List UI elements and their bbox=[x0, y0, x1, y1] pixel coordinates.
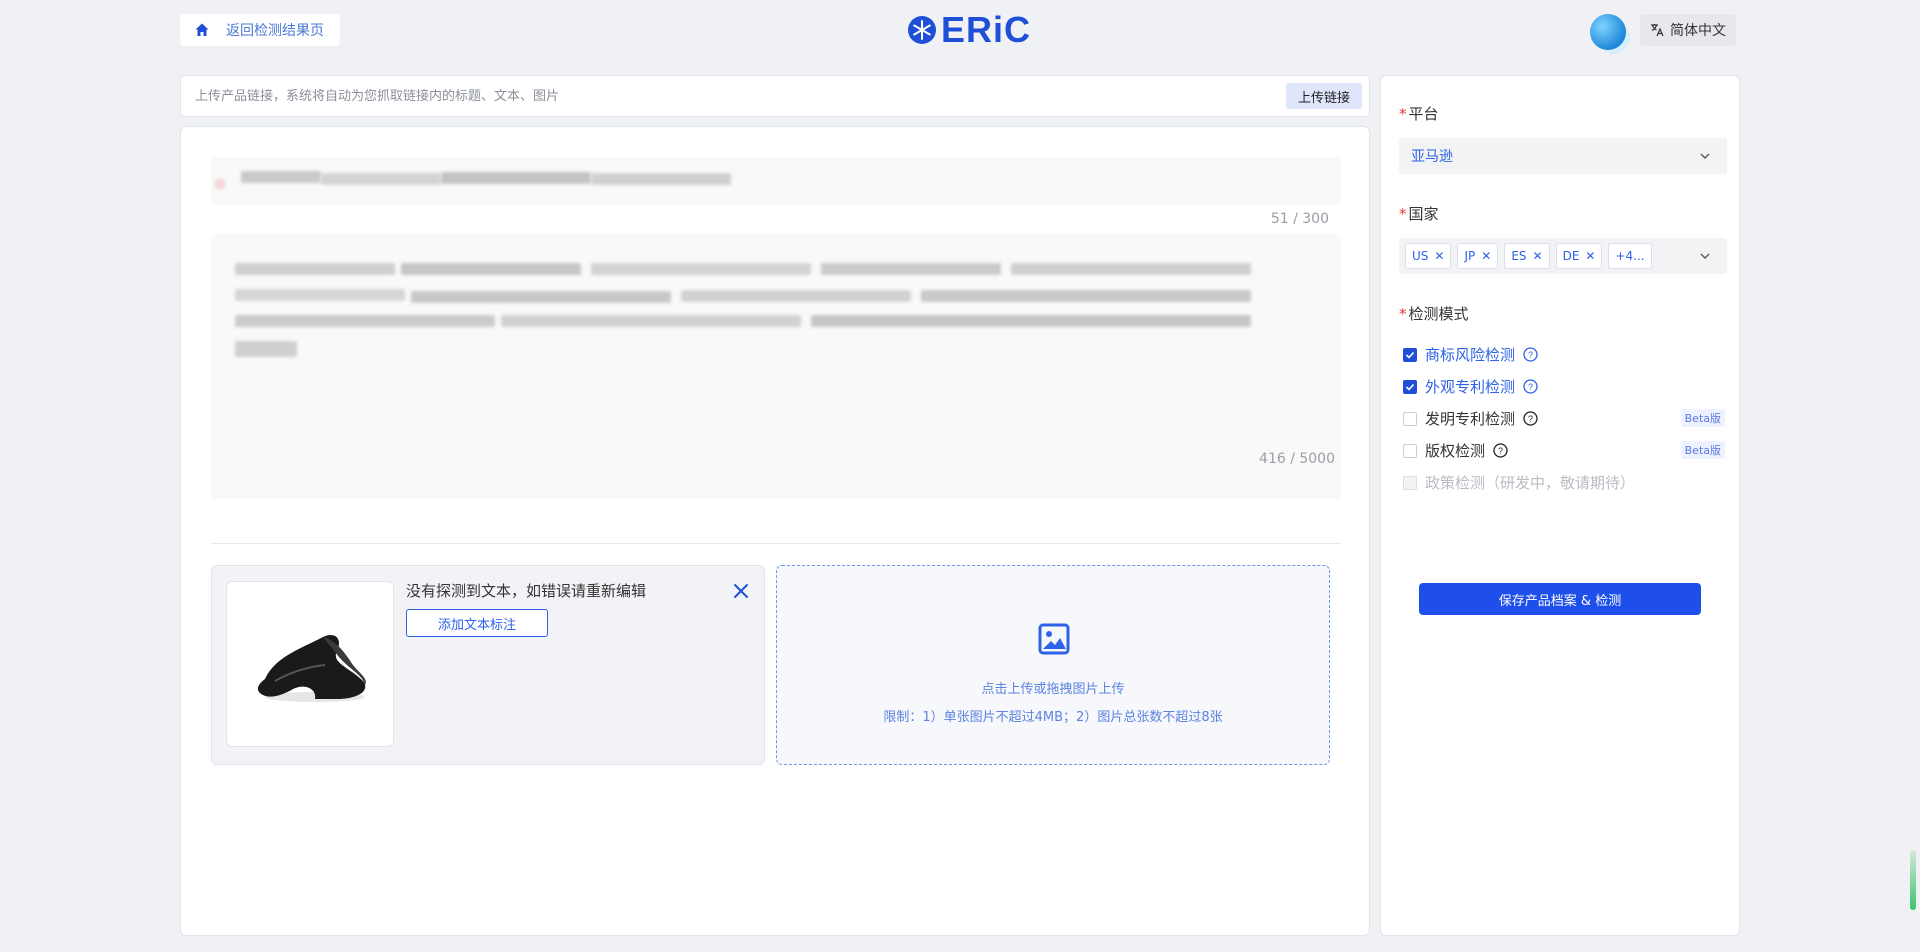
close-icon[interactable] bbox=[732, 582, 750, 600]
logo-snowflake-icon bbox=[908, 16, 936, 44]
svg-text:?: ? bbox=[1498, 446, 1503, 456]
save-and-detect-button[interactable]: 保存产品档案 & 检测 bbox=[1419, 583, 1701, 615]
mode-copyright[interactable]: 版权检测 ? bbox=[1403, 440, 1508, 461]
language-label: 简体中文 bbox=[1670, 23, 1726, 39]
chevron-down-icon bbox=[1700, 153, 1710, 159]
description-char-counter: 416 / 5000 bbox=[1259, 451, 1335, 467]
back-to-results-button[interactable]: 返回检测结果页 bbox=[180, 14, 340, 46]
country-tag-es: ES ✕ bbox=[1504, 243, 1550, 269]
dropzone-title: 点击上传或拖拽图片上传 bbox=[981, 682, 1125, 697]
checkbox-disabled bbox=[1403, 475, 1417, 490]
no-text-detected-message: 没有探测到文本，如错误请重新编辑 bbox=[406, 582, 647, 600]
help-icon[interactable]: ? bbox=[1523, 347, 1538, 362]
beta-badge: Beta版 bbox=[1680, 441, 1725, 459]
mode-design-patent[interactable]: 外观专利检测 ? bbox=[1403, 376, 1538, 397]
mode-label: 发明专利检测 bbox=[1425, 410, 1516, 428]
image-upload-icon bbox=[1038, 623, 1070, 655]
country-select[interactable]: US ✕ JP ✕ ES ✕ DE ✕ +4... bbox=[1399, 238, 1727, 274]
help-icon[interactable]: ? bbox=[1493, 443, 1508, 458]
country-more-tag[interactable]: +4... bbox=[1608, 243, 1652, 269]
checkbox-unchecked[interactable] bbox=[1403, 443, 1417, 458]
checkbox-unchecked[interactable] bbox=[1403, 411, 1417, 426]
user-avatar[interactable] bbox=[1590, 14, 1626, 50]
mode-label: 商标风险检测 bbox=[1425, 346, 1516, 364]
product-image-thumbnail[interactable] bbox=[226, 581, 394, 747]
svg-text:?: ? bbox=[1528, 350, 1533, 360]
mode-invention-patent[interactable]: 发明专利检测 ? bbox=[1403, 408, 1538, 429]
svg-text:?: ? bbox=[1528, 382, 1533, 392]
scroll-indicator[interactable] bbox=[1910, 850, 1916, 910]
eric-logo: ERiC bbox=[907, 9, 1032, 50]
product-link-input[interactable] bbox=[181, 88, 1286, 104]
upload-link-button[interactable]: 上传链接 bbox=[1285, 83, 1362, 109]
beta-badge: Beta版 bbox=[1680, 409, 1725, 427]
remove-tag-icon[interactable]: ✕ bbox=[1533, 249, 1543, 263]
image-upload-dropzone[interactable]: 点击上传或拖拽图片上传 限制：1）单张图片不超过4MB；2）图片总张数不超过8张 bbox=[776, 565, 1330, 765]
product-title-field[interactable] bbox=[211, 157, 1341, 205]
country-tag-de: DE ✕ bbox=[1555, 243, 1603, 269]
chevron-down-icon bbox=[1700, 253, 1710, 259]
mode-trademark[interactable]: 商标风险检测 ? bbox=[1403, 344, 1538, 365]
logo-text: ERiC bbox=[941, 9, 1032, 50]
section-divider bbox=[211, 543, 1341, 544]
country-tag-us: US ✕ bbox=[1405, 243, 1452, 269]
translate-icon bbox=[1651, 24, 1664, 37]
home-icon bbox=[195, 23, 209, 36]
shoe-image bbox=[257, 634, 366, 702]
help-icon[interactable]: ? bbox=[1523, 411, 1538, 426]
back-label: 返回检测结果页 bbox=[226, 23, 324, 39]
product-link-bar: 上传链接 bbox=[180, 75, 1370, 117]
remove-tag-icon[interactable]: ✕ bbox=[1434, 249, 1444, 263]
help-icon[interactable]: ? bbox=[1523, 379, 1538, 394]
remove-tag-icon[interactable]: ✕ bbox=[1481, 249, 1491, 263]
dropzone-limit: 限制：1）单张图片不超过4MB；2）图片总张数不超过8张 bbox=[883, 710, 1223, 725]
checkbox-checked[interactable] bbox=[1403, 347, 1417, 362]
platform-value: 亚马逊 bbox=[1411, 149, 1453, 165]
remove-tag-icon[interactable]: ✕ bbox=[1585, 249, 1595, 263]
country-label: * 国家 bbox=[1399, 205, 1439, 223]
mode-label: 外观专利检测 bbox=[1425, 378, 1516, 396]
checkbox-checked[interactable] bbox=[1403, 379, 1417, 394]
mode-label: 政策检测（研发中，敬请期待） bbox=[1425, 474, 1636, 492]
svg-text:?: ? bbox=[1528, 414, 1533, 424]
detection-settings-panel: * 平台 亚马逊 * 国家 US ✕ JP ✕ ES ✕ DE ✕ +4... * 检测模式 … bbox=[1380, 75, 1740, 936]
title-char-counter: 51 / 300 bbox=[1270, 211, 1329, 227]
uploaded-image-card: 没有探测到文本，如错误请重新编辑 添加文本标注 bbox=[211, 565, 765, 765]
add-text-annotation-button[interactable]: 添加文本标注 bbox=[406, 609, 548, 637]
mode-policy: 政策检测（研发中，敬请期待） bbox=[1403, 472, 1635, 493]
country-tag-jp: JP ✕ bbox=[1457, 243, 1499, 269]
detection-mode-label: * 检测模式 bbox=[1399, 305, 1469, 323]
language-switcher[interactable]: 简体中文 bbox=[1640, 14, 1736, 46]
product-editor-card: 51 / 300 416 / 5000 没有探测到文本，如错误请重新编辑 添加文… bbox=[180, 126, 1370, 936]
mode-label: 版权检测 bbox=[1425, 442, 1486, 460]
product-description-field[interactable] bbox=[211, 233, 1341, 499]
platform-select[interactable]: 亚马逊 bbox=[1399, 138, 1727, 174]
platform-label: * 平台 bbox=[1399, 105, 1439, 123]
